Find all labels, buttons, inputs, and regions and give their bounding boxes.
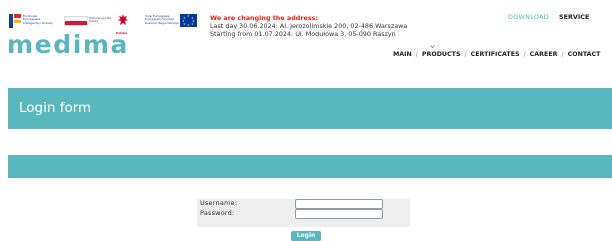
unia-europejska-text: Unia Europejska Europejski Fundusz Rozwo… [145,14,179,25]
chevron-down-icon [430,45,435,48]
nav-item-contact[interactable]: CONTACT [568,51,601,58]
top-links: DOWNLOAD SERVICE [508,13,589,21]
login-form: Username: Password: [197,199,410,227]
eu-funding-logos: Fundusze Europejskie Inteligentny Rozwój… [8,13,197,35]
notice-headline: We are changing the address: [210,14,318,22]
username-input[interactable] [295,199,383,209]
nav-item-main[interactable]: MAIN [393,51,412,58]
section-divider-bar [8,155,612,178]
nav-item-products[interactable]: PRODUCTS [422,51,461,58]
page-title: Login form [19,100,92,116]
password-label: Password: [200,209,235,217]
main-navigation: MAIN / PRODUCTS / CERTIFICATES / CAREER / CONTAC… [393,51,601,58]
nav-item-certificates[interactable]: CERTIFICATES [471,51,520,58]
password-input[interactable] [295,209,383,219]
nav-item-career[interactable]: CAREER [530,51,558,58]
username-row: Username: [197,199,410,209]
address-change-notice: We are changing the address: Last day 30… [210,14,450,38]
fe-mark-icon [8,13,22,29]
service-link[interactable]: SERVICE [559,13,589,21]
password-row: Password: [197,209,410,219]
fundusze-europejskie-logo: Fundusze Europejskie Inteligentny Rozwój [8,13,56,31]
rzeczpospolita-polska-text: Rzeczpospolita Polska [89,16,112,24]
polish-emblem-icon [117,14,129,25]
brand-logo[interactable]: medima [7,32,129,57]
poland-flag-icon [64,16,88,26]
page-title-band: Login form [8,88,612,129]
username-label: Username: [200,199,238,207]
eu-flag-icon: ★ ★ ★ ★ ★ ★ ★ ★ [180,14,197,27]
notice-line-old-address: Last day 30.06.2024: Al. Jerozolimskie 2… [210,22,408,30]
download-link[interactable]: DOWNLOAD [508,13,549,21]
login-button[interactable]: Login [291,231,321,241]
notice-line-new-address: Starting from 01.07.2024: Ul. Modułowa 3… [210,30,396,38]
